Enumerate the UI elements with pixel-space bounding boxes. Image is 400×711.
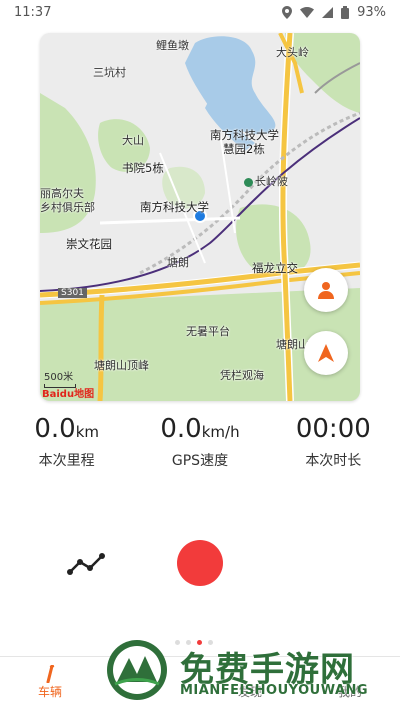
map-label-sankengcun: 三坑村 xyxy=(93,66,126,79)
battery-icon xyxy=(341,5,350,19)
map-label-s301: S301 xyxy=(58,288,87,298)
map-label-shuyuan: 书院5栋 xyxy=(122,161,164,175)
tab-discover-label: 发现 xyxy=(237,685,262,699)
baidu-logo: Baidu地图 xyxy=(42,389,95,400)
map-label-sustech2: 南方科技大学 xyxy=(140,200,209,214)
tab-mine[interactable]: 我的 xyxy=(300,657,400,711)
map-label-chongwen: 崇文花园 xyxy=(66,237,112,251)
tab-vehicle[interactable]: 车辆 xyxy=(0,657,100,711)
bottom-tab-bar: 车辆 发现 我的 xyxy=(0,656,400,711)
duration-label: 本次时长 xyxy=(305,453,362,469)
status-icons: 93% xyxy=(282,5,386,20)
speed-stat: 0.0km/h GPS速度 xyxy=(133,414,266,470)
page-dot xyxy=(208,640,213,645)
tab-empty[interactable] xyxy=(100,657,200,711)
tab-vehicle-label: 车辆 xyxy=(37,685,62,699)
page-dot-active xyxy=(197,640,202,645)
location-icon xyxy=(282,5,293,19)
map-label-changlingpi: 长岭陂 xyxy=(244,173,288,189)
ride-stats: 0.0km 本次里程 0.0km/h GPS速度 00:00 本次时长 xyxy=(0,414,400,470)
person-icon xyxy=(318,282,334,299)
page-dot xyxy=(175,640,180,645)
map-view[interactable]: 鲤鱼墩 三坑村 大头岭 大山 南方科技大学 慧园2栋 书院5栋 长岭陂 丽高尔夫… xyxy=(40,33,360,401)
signal-icon xyxy=(322,6,334,18)
map-label-tanglangpeak: 塘朗山顶峰 xyxy=(94,359,149,372)
metro-icon xyxy=(244,177,253,187)
map-label-liyudun: 鲤鱼墩 xyxy=(156,39,189,52)
battery-percent: 93% xyxy=(357,4,386,20)
status-time: 11:37 xyxy=(14,4,52,20)
map-label-wushu: 无暑平台 xyxy=(186,325,230,338)
map-label-golf2: 乡村俱乐部 xyxy=(40,201,95,214)
wifi-icon xyxy=(300,6,315,18)
bike-icon xyxy=(0,664,100,684)
distance-unit: km xyxy=(75,423,99,441)
map-label-datouling: 大头岭 xyxy=(276,46,309,59)
navigate-button[interactable] xyxy=(304,331,348,375)
distance-stat: 0.0km 本次里程 xyxy=(0,414,133,470)
duration-value: 00:00 xyxy=(295,414,371,444)
distance-value: 0.0 xyxy=(34,414,76,444)
profile-icon xyxy=(300,665,400,683)
duration-stat: 00:00 本次时长 xyxy=(267,414,400,470)
tab-mine-label: 我的 xyxy=(337,685,362,699)
distance-label: 本次里程 xyxy=(38,453,95,469)
speed-value: 0.0 xyxy=(160,414,202,444)
speed-unit: km/h xyxy=(201,423,240,441)
map-label-tanglang: 塘朗 xyxy=(167,256,189,269)
map-label-dashan: 大山 xyxy=(122,134,144,147)
status-bar: 11:37 93% xyxy=(0,0,400,24)
speed-label: GPS速度 xyxy=(171,453,229,469)
map-label-fulong: 福龙立交 xyxy=(252,261,298,275)
discover-icon xyxy=(200,665,300,683)
page-dot xyxy=(186,640,191,645)
navigation-arrow-icon xyxy=(318,344,334,362)
map-label-pinglan: 凭栏观海 xyxy=(220,369,264,382)
page-indicator xyxy=(175,640,213,645)
trend-chart-button[interactable] xyxy=(66,548,110,580)
map-label-huiyuan: 慧园2栋 xyxy=(223,142,265,156)
tab-discover[interactable]: 发现 xyxy=(200,657,300,711)
user-location-button[interactable] xyxy=(304,268,348,312)
start-record-button[interactable] xyxy=(177,540,223,586)
